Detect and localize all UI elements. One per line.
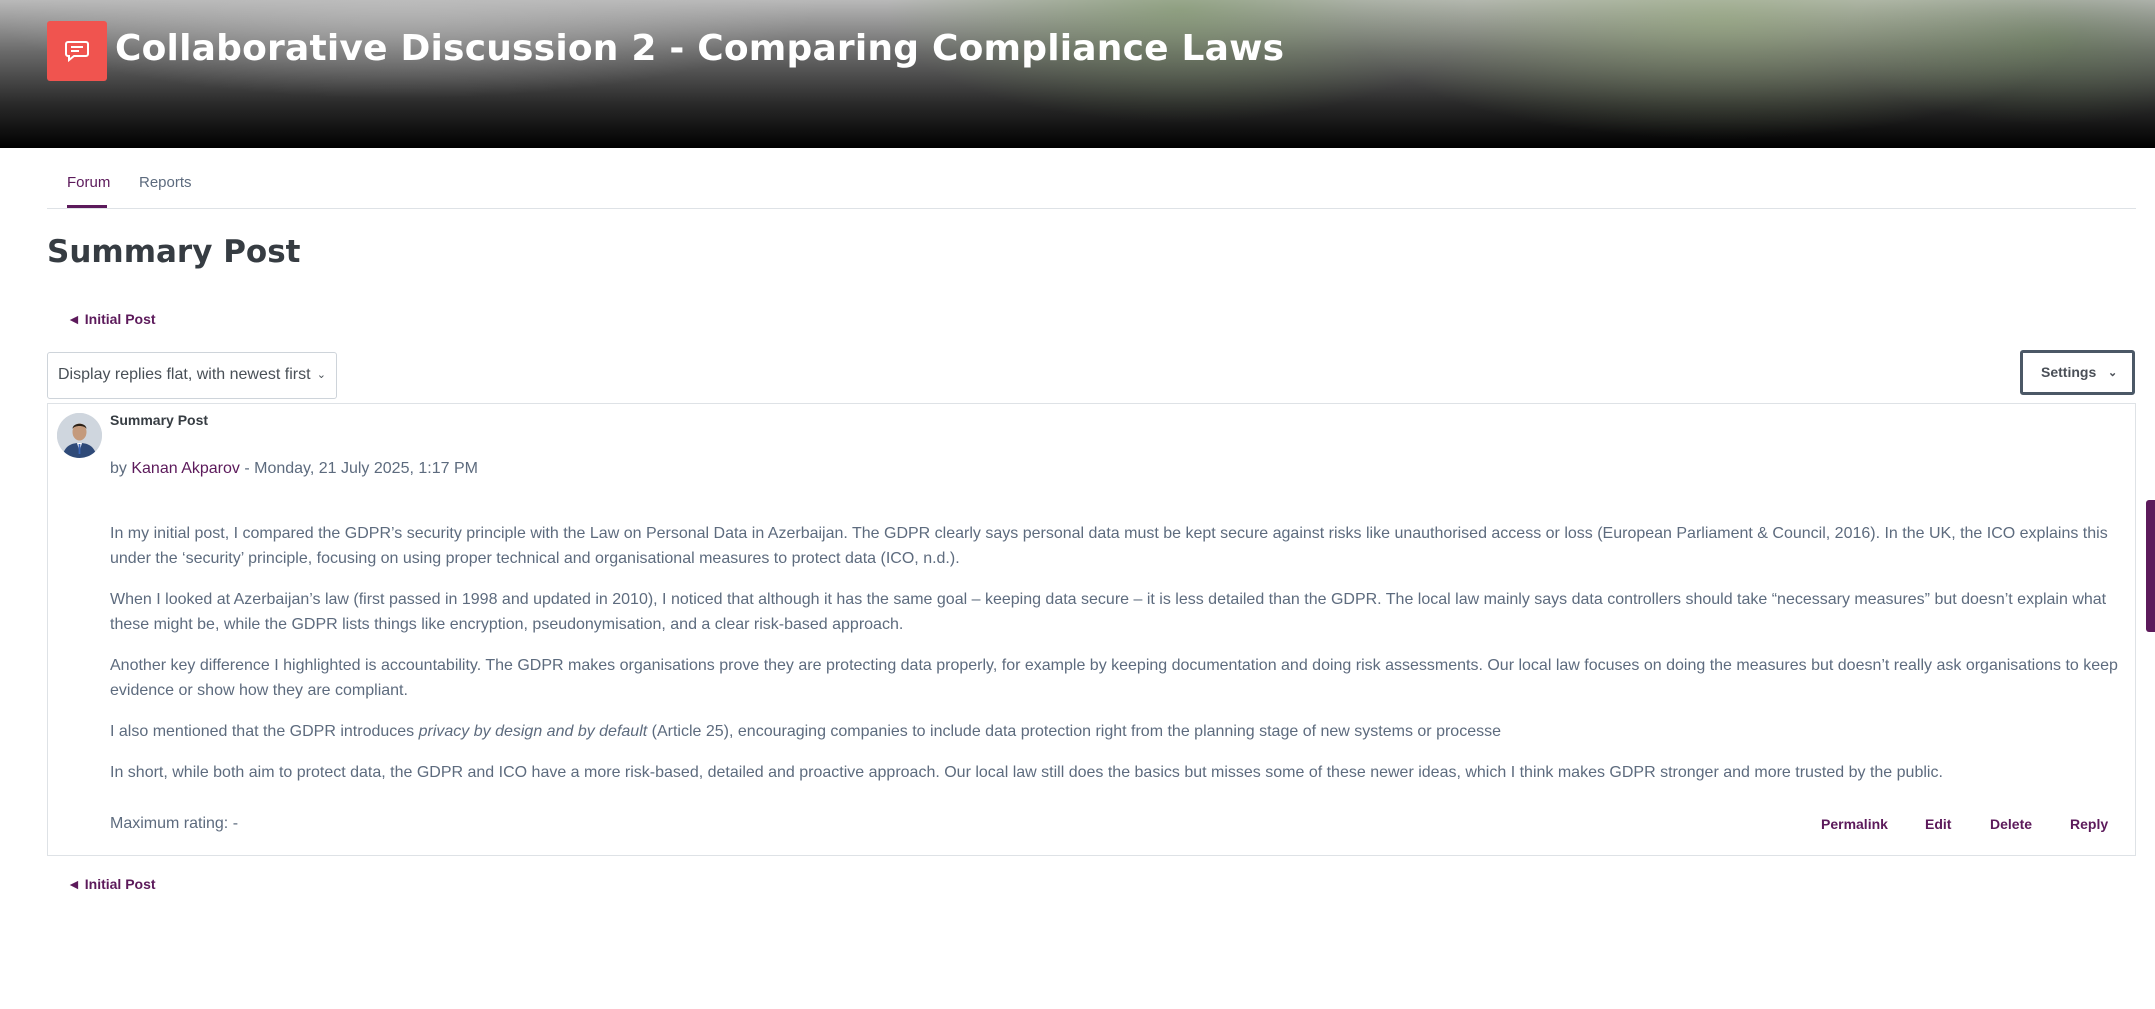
- reply-link[interactable]: Reply: [2070, 816, 2108, 832]
- paragraph-text: (Article 25), encouraging companies to i…: [647, 723, 1501, 740]
- post-paragraph: In my initial post, I compared the GDPR’…: [110, 525, 2108, 567]
- tab-reports[interactable]: Reports: [139, 174, 192, 191]
- delete-link[interactable]: Delete: [1990, 816, 2032, 832]
- post-paragraph: When I looked at Azerbaijan’s law (first…: [110, 591, 2107, 633]
- post-subject: Summary Post: [110, 412, 209, 428]
- post-paragraph: In short, while both aim to protect data…: [110, 764, 1943, 781]
- forum-post: Summary Post by Kanan Akparov - Monday, …: [47, 403, 2136, 856]
- post-byline: by Kanan Akparov - Monday, 21 July 2025,…: [110, 460, 478, 478]
- chevron-down-icon: ⌄: [316, 369, 326, 381]
- settings-label: Settings: [2041, 364, 2097, 380]
- post-paragraph: Another key difference I highlighted is …: [110, 657, 2118, 699]
- previous-discussion-link-top[interactable]: ◄ Initial Post: [67, 311, 156, 327]
- edit-link[interactable]: Edit: [1925, 816, 1951, 832]
- paragraph-text: I also mentioned that the GDPR introduce…: [110, 723, 419, 740]
- active-tab-indicator: [67, 205, 107, 208]
- drawer-toggle-tab[interactable]: [2146, 500, 2155, 632]
- author-avatar[interactable]: [57, 413, 102, 458]
- activity-title: Collaborative Discussion 2 - Comparing C…: [115, 28, 1285, 69]
- chevron-down-icon: ⌄: [2108, 367, 2118, 379]
- post-paragraph: I also mentioned that the GDPR introduce…: [110, 719, 2120, 744]
- display-mode-value: Display replies flat, with newest first: [58, 366, 311, 383]
- byline-prefix: by: [110, 460, 127, 477]
- post-content: In my initial post, I compared the GDPR’…: [110, 521, 2120, 801]
- author-link[interactable]: Kanan Akparov: [131, 460, 240, 477]
- display-mode-select[interactable]: Display replies flat, with newest first …: [47, 352, 337, 399]
- forum-icon: [47, 21, 107, 81]
- post-date: - Monday, 21 July 2025, 1:17 PM: [239, 460, 478, 477]
- tab-forum[interactable]: Forum: [67, 174, 110, 191]
- max-rating-label: Maximum rating: -: [110, 815, 239, 832]
- emphasized-text: privacy by design and by default: [418, 723, 648, 740]
- permalink-link[interactable]: Permalink: [1821, 816, 1888, 832]
- page-title: Summary Post: [47, 234, 301, 270]
- settings-button[interactable]: Settings ⌄: [2020, 350, 2135, 395]
- course-header-banner: Collaborative Discussion 2 - Comparing C…: [0, 0, 2155, 148]
- previous-discussion-link-bottom[interactable]: ◄ Initial Post: [67, 876, 156, 892]
- secondary-navigation: Forum Reports: [47, 148, 2136, 209]
